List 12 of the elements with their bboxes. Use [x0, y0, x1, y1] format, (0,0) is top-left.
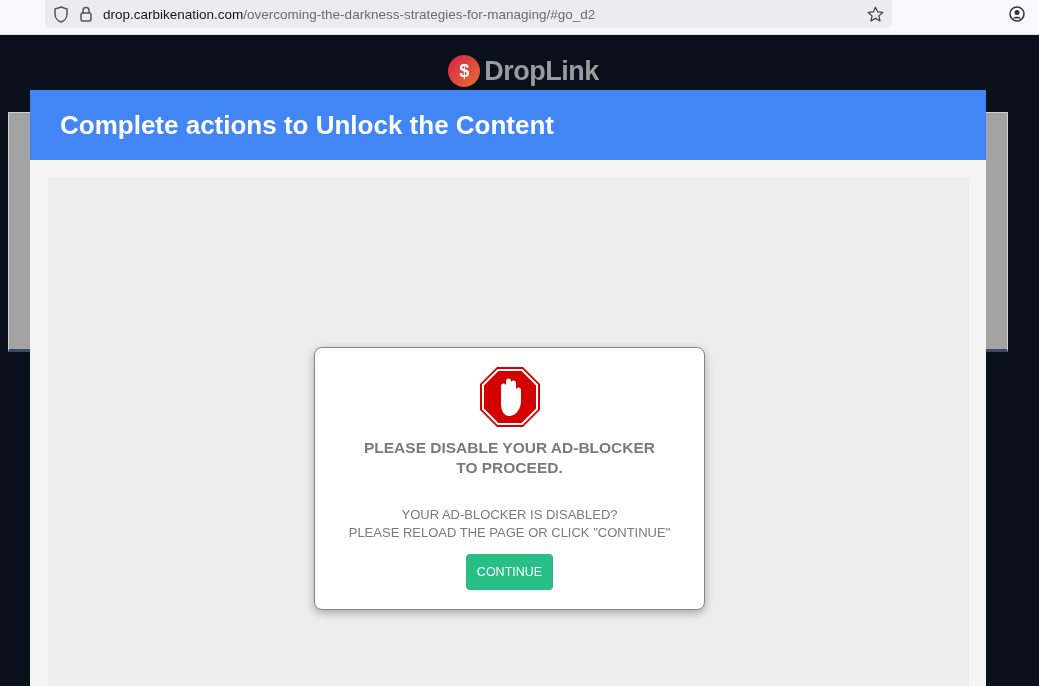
stop-hand-icon [478, 366, 541, 428]
url-text: drop.carbikenation.com/overcoming-the-darkness-strategies-for-managing/#go_d2 [103, 6, 597, 22]
modal-title: Complete actions to Unlock the Content [30, 90, 986, 160]
account-icon[interactable] [1009, 6, 1025, 22]
dialog-message: YOUR AD-BLOCKER IS DISABLED? PLEASE RELOAD THE PAGE OR CLICK "CONTINUE" [348, 506, 671, 542]
address-bar[interactable]: drop.carbikenation.com/overcoming-the-darkness-strategies-for-managing/#go_d2 [45, 0, 892, 28]
dialog-heading: PLEASE DISABLE YOUR AD-BLOCKER TO PROCEED. [362, 438, 657, 478]
shield-icon[interactable] [53, 5, 69, 23]
logo-text: DropLink [484, 55, 599, 87]
lock-icon[interactable] [79, 6, 93, 22]
star-icon[interactable] [867, 5, 884, 23]
logo-icon: $ [448, 55, 481, 87]
